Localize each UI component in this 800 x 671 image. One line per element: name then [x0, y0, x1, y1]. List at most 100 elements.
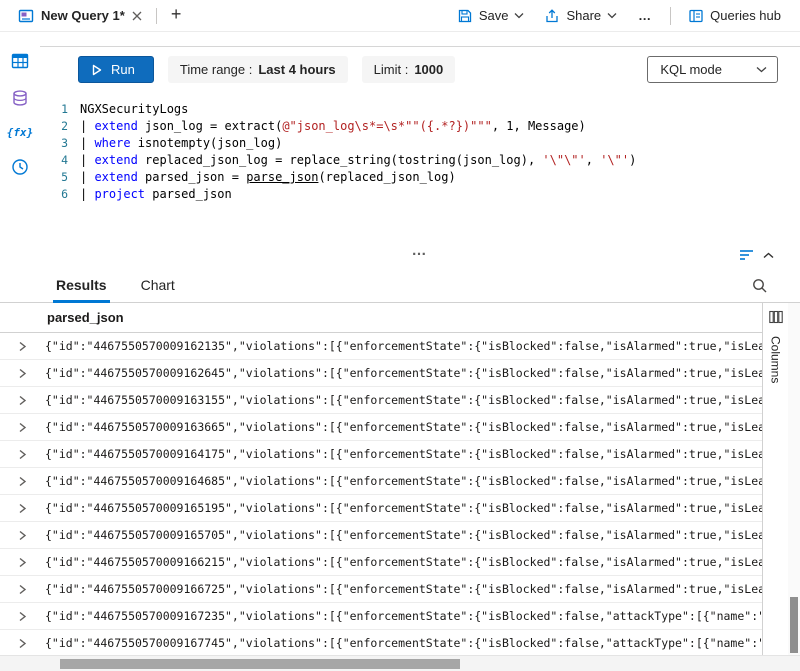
queries-hub-button[interactable]: Queries hub: [679, 3, 790, 29]
table-row[interactable]: {"id":"4467550570009163665","violations"…: [0, 414, 762, 441]
left-icon-rail: {fx}: [0, 32, 40, 268]
line-number: 2: [40, 118, 80, 135]
expand-chevron-icon[interactable]: [0, 341, 45, 352]
time-range-chip[interactable]: Time range : Last 4 hours: [168, 56, 348, 83]
editor-options-icon[interactable]: [739, 249, 754, 261]
run-label: Run: [111, 62, 135, 77]
time-range-label: Time range :: [180, 62, 253, 77]
expand-chevron-icon[interactable]: [0, 530, 45, 541]
tab-label: New Query 1*: [41, 8, 125, 23]
line-number: 1: [40, 101, 80, 118]
line-number: 3: [40, 135, 80, 152]
tab-close-icon[interactable]: [132, 11, 142, 21]
expand-chevron-icon[interactable]: [0, 503, 45, 514]
tab-new-query[interactable]: New Query 1*: [8, 0, 152, 31]
row-json-text: {"id":"4467550570009167235","violations"…: [45, 609, 762, 623]
more-options-button[interactable]: …: [628, 3, 662, 28]
limit-chip[interactable]: Limit : 1000: [362, 56, 456, 83]
divider: [670, 7, 671, 25]
tab-chart-label: Chart: [141, 277, 175, 293]
table-row[interactable]: {"id":"4467550570009166725","violations"…: [0, 576, 762, 603]
expand-chevron-icon[interactable]: [0, 557, 45, 568]
run-button[interactable]: Run: [78, 56, 154, 83]
editor-pane: Run Time range : Last 4 hours Limit : 10…: [40, 32, 800, 268]
command-bar: Save Share … Queries hub: [448, 3, 790, 29]
share-label: Share: [566, 8, 601, 23]
limit-label: Limit :: [374, 62, 409, 77]
queries-hub-label: Queries hub: [710, 8, 781, 23]
query-editor[interactable]: 1 NGXSecurityLogs 2 | extend json_log = …: [40, 101, 800, 203]
share-icon: [544, 8, 560, 24]
code-text: | extend json_log = extract(@"json_log\s…: [80, 118, 586, 135]
editor-line[interactable]: 4 | extend replaced_json_log = replace_s…: [40, 152, 800, 169]
share-button[interactable]: Share: [535, 3, 626, 29]
vertical-scrollbar-thumb[interactable]: [790, 597, 798, 653]
kql-mode-label: KQL mode: [660, 62, 722, 77]
horizontal-scrollbar[interactable]: [0, 655, 800, 671]
table-row[interactable]: {"id":"4467550570009163155","violations"…: [0, 387, 762, 414]
chevron-down-icon: [607, 12, 617, 19]
kql-mode-dropdown[interactable]: KQL mode: [647, 56, 778, 83]
code-text: NGXSecurityLogs: [80, 101, 188, 118]
table-row[interactable]: {"id":"4467550570009167745","violations"…: [0, 630, 762, 655]
table-row[interactable]: {"id":"4467550570009162645","violations"…: [0, 360, 762, 387]
expand-chevron-icon[interactable]: [0, 638, 45, 649]
save-label: Save: [479, 8, 509, 23]
line-number: 5: [40, 169, 80, 186]
database-icon: [11, 89, 29, 107]
editor-line[interactable]: 1 NGXSecurityLogs: [40, 101, 800, 118]
chevron-up-icon[interactable]: [763, 252, 774, 259]
save-button[interactable]: Save: [448, 3, 534, 29]
table-row[interactable]: {"id":"4467550570009165195","violations"…: [0, 495, 762, 522]
expand-chevron-icon[interactable]: [0, 449, 45, 460]
row-json-text: {"id":"4467550570009166725","violations"…: [45, 582, 762, 596]
table-row[interactable]: {"id":"4467550570009164175","violations"…: [0, 441, 762, 468]
tab-divider: [156, 8, 157, 24]
column-header-label: parsed_json: [47, 310, 124, 325]
query-pane: {fx} Run Time range : Last 4 hours Limit…: [0, 32, 800, 268]
expand-chevron-icon[interactable]: [0, 611, 45, 622]
tab-chart[interactable]: Chart: [141, 277, 175, 302]
row-json-text: {"id":"4467550570009162135","violations"…: [45, 339, 762, 353]
table-row[interactable]: {"id":"4467550570009166215","violations"…: [0, 549, 762, 576]
row-json-text: {"id":"4467550570009164175","violations"…: [45, 447, 762, 461]
pane-resize-handle[interactable]: …: [412, 242, 429, 259]
tab-bar: New Query 1* + Save Share …: [0, 0, 800, 32]
editor-line[interactable]: 2 | extend json_log = extract(@"json_log…: [40, 118, 800, 135]
vertical-scrollbar[interactable]: [788, 303, 800, 655]
pane-divider: …: [40, 248, 800, 268]
table-row[interactable]: {"id":"4467550570009162135","violations"…: [0, 333, 762, 360]
table-row[interactable]: {"id":"4467550570009165705","violations"…: [0, 522, 762, 549]
editor-line[interactable]: 3 | where isnotempty(json_log): [40, 135, 800, 152]
table-row[interactable]: {"id":"4467550570009164685","violations"…: [0, 468, 762, 495]
row-json-text: {"id":"4467550570009164685","violations"…: [45, 474, 762, 488]
row-json-text: {"id":"4467550570009165705","violations"…: [45, 528, 762, 542]
horizontal-scrollbar-thumb[interactable]: [60, 659, 460, 669]
table-icon: [11, 52, 29, 70]
line-number: 4: [40, 152, 80, 169]
row-json-text: {"id":"4467550570009163665","violations"…: [45, 420, 762, 434]
results-pane: Results Chart parsed_json {"id":"4467550…: [0, 268, 800, 671]
functions-icon: {fx}: [7, 126, 34, 139]
expand-chevron-icon[interactable]: [0, 584, 45, 595]
limit-value: 1000: [414, 62, 443, 77]
history-rail-button[interactable]: [9, 156, 31, 178]
column-header-parsed-json[interactable]: parsed_json: [0, 303, 762, 333]
columns-panel-toggle[interactable]: Columns: [762, 303, 788, 655]
expand-chevron-icon[interactable]: [0, 422, 45, 433]
search-icon[interactable]: [752, 278, 768, 294]
expand-chevron-icon[interactable]: [0, 395, 45, 406]
tables-rail-button[interactable]: [9, 50, 31, 72]
results-grid: {"id":"4467550570009162135","violations"…: [0, 333, 762, 655]
expand-chevron-icon[interactable]: [0, 476, 45, 487]
database-rail-button[interactable]: [9, 87, 31, 109]
expand-chevron-icon[interactable]: [0, 368, 45, 379]
table-row[interactable]: {"id":"4467550570009167235","violations"…: [0, 603, 762, 630]
tab-results[interactable]: Results: [56, 277, 107, 302]
functions-rail-button[interactable]: {fx}: [5, 124, 36, 141]
editor-line[interactable]: 5 | extend parsed_json = parse_json(repl…: [40, 169, 800, 186]
editor-line[interactable]: 6 | project parsed_json: [40, 186, 800, 203]
new-tab-button[interactable]: +: [161, 5, 192, 26]
row-json-text: {"id":"4467550570009167745","violations"…: [45, 636, 762, 650]
row-json-text: {"id":"4467550570009166215","violations"…: [45, 555, 762, 569]
